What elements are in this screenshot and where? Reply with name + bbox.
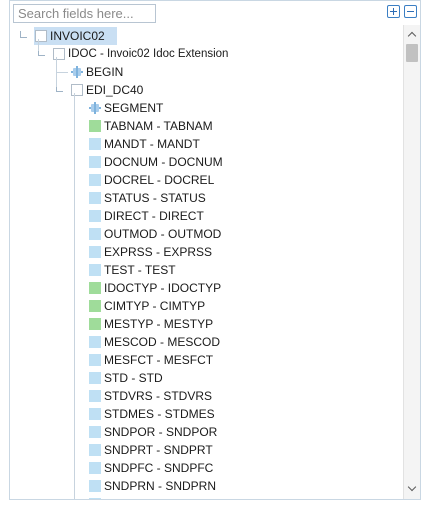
tree-node-field[interactable]: MESCOD - MESCOD: [10, 333, 403, 351]
tree-node-label: SNDPFC - SNDPFC: [104, 461, 214, 475]
field-icon: [89, 264, 101, 276]
tree-node-label: MESFCT - MESFCT: [104, 353, 214, 367]
tree-node-label: SNDSAD - SNDSAD: [104, 495, 215, 499]
tree-node-label: DIRECT - DIRECT: [104, 209, 204, 223]
tree-node-label: MESCOD - MESCOD: [104, 335, 221, 349]
tree-node-field[interactable]: SNDPOR - SNDPOR: [10, 423, 403, 441]
tree-node-label: MANDT - MANDT: [104, 137, 200, 151]
tree-node-label: EXPRSS - EXPRSS: [104, 245, 213, 259]
field-icon: [89, 408, 101, 420]
tree-node-segment[interactable]: SEGMENT: [10, 99, 403, 117]
scroll-up-icon[interactable]: [404, 27, 420, 43]
field-icon: [89, 246, 101, 258]
tree-toggle-icon[interactable]: [18, 31, 28, 39]
tree-node-label: SEGMENT: [104, 101, 164, 115]
tree-node-label: INVOIC02: [50, 29, 105, 43]
mapped-field-icon: [89, 300, 101, 312]
field-tree-panel: INVOIC02 IDOC - Invoic02 Idoc Extension …: [9, 0, 421, 500]
tree-node-label: TEST - TEST: [104, 263, 176, 277]
field-icon: [89, 462, 101, 474]
tree-node-field[interactable]: OUTMOD - OUTMOD: [10, 225, 403, 243]
tree-node-field[interactable]: SNDPFC - SNDPFC: [10, 459, 403, 477]
field-icon: [89, 390, 101, 402]
tree-node-label: MESTYP - MESTYP: [104, 317, 214, 331]
tree-node-field[interactable]: STATUS - STATUS: [10, 189, 403, 207]
tree-node-label: CIMTYP - CIMTYP: [104, 299, 206, 313]
tree-node-label: STATUS - STATUS: [104, 191, 206, 205]
expand-all-icon[interactable]: [387, 5, 400, 18]
mapped-field-icon: [89, 318, 101, 330]
field-icon: [89, 498, 101, 499]
field-icon: [89, 354, 101, 366]
tree-node-label: IDOCTYP - IDOCTYP: [104, 281, 222, 295]
tree-node-label: STDVRS - STDVRS: [104, 389, 213, 403]
tree-node-field[interactable]: CIMTYP - CIMTYP: [10, 297, 403, 315]
tree-node-field[interactable]: DOCREL - DOCREL: [10, 171, 403, 189]
tree-node-field[interactable]: SNDPRT - SNDPRT: [10, 441, 403, 459]
tree-node-label: SNDPRT - SNDPRT: [104, 443, 213, 457]
tree-node-label: SNDPOR - SNDPOR: [104, 425, 218, 439]
tree-node-label: BEGIN: [86, 65, 124, 79]
field-tree: INVOIC02 IDOC - Invoic02 Idoc Extension …: [10, 25, 403, 499]
tree-node-root[interactable]: INVOIC02: [10, 27, 403, 45]
search-input[interactable]: [13, 4, 156, 23]
field-icon: [89, 156, 101, 168]
tree-node-label: EDI_DC40: [86, 83, 144, 97]
tree-node-label: DOCREL - DOCREL: [104, 173, 215, 187]
tree-node-label: STDMES - STDMES: [104, 407, 215, 421]
tree-node-field[interactable]: MANDT - MANDT: [10, 135, 403, 153]
field-icon: [89, 336, 101, 348]
field-icon: [89, 444, 101, 456]
tree-node-label: OUTMOD - OUTMOD: [104, 227, 222, 241]
field-icon: [89, 426, 101, 438]
tree-node-label: IDOC - Invoic02 Idoc Extension: [68, 48, 229, 60]
field-icon: [89, 372, 101, 384]
node-checkbox-icon[interactable]: [71, 84, 83, 96]
tree-node-field[interactable]: STDMES - STDMES: [10, 405, 403, 423]
tree-node-field[interactable]: SNDSAD - SNDSAD: [10, 495, 403, 499]
field-icon: [89, 228, 101, 240]
collapse-all-icon[interactable]: [404, 5, 417, 18]
tree-node-field[interactable]: DOCNUM - DOCNUM: [10, 153, 403, 171]
tree-node-field[interactable]: MESTYP - MESTYP: [10, 315, 403, 333]
field-icon: [89, 174, 101, 186]
tree-node-label: STD - STD: [104, 371, 163, 385]
tree-node-field[interactable]: STDVRS - STDVRS: [10, 387, 403, 405]
tree-node-field[interactable]: MESFCT - MESFCT: [10, 351, 403, 369]
vertical-scrollbar[interactable]: [403, 25, 420, 499]
structure-icon: [71, 66, 83, 78]
node-checkbox-icon[interactable]: [53, 48, 65, 60]
scrollbar-thumb[interactable]: [406, 44, 418, 62]
scroll-down-icon[interactable]: [404, 481, 420, 497]
field-icon: [89, 210, 101, 222]
tree-node-field[interactable]: DIRECT - DIRECT: [10, 207, 403, 225]
structure-icon: [89, 102, 101, 114]
tree-node-field[interactable]: TABNAM - TABNAM: [10, 117, 403, 135]
tree-node-label: SNDPRN - SNDPRN: [104, 479, 217, 493]
tree-node-begin[interactable]: BEGIN: [10, 63, 403, 81]
field-icon: [89, 192, 101, 204]
tree-node-field[interactable]: TEST - TEST: [10, 261, 403, 279]
field-icon: [89, 138, 101, 150]
tree-node-edi-dc40[interactable]: EDI_DC40: [10, 81, 403, 99]
tree-node-field[interactable]: IDOCTYP - IDOCTYP: [10, 279, 403, 297]
mapped-field-icon: [89, 120, 101, 132]
tree-node-label: TABNAM - TABNAM: [104, 119, 213, 133]
mapped-field-icon: [89, 282, 101, 294]
tree-node-idoc[interactable]: IDOC - Invoic02 Idoc Extension: [10, 45, 403, 63]
field-icon: [89, 480, 101, 492]
tree-node-label: DOCNUM - DOCNUM: [104, 155, 223, 169]
node-checkbox-icon[interactable]: [35, 30, 47, 42]
tree-node-field[interactable]: EXPRSS - EXPRSS: [10, 243, 403, 261]
tree-node-field[interactable]: STD - STD: [10, 369, 403, 387]
tree-node-field[interactable]: SNDPRN - SNDPRN: [10, 477, 403, 495]
